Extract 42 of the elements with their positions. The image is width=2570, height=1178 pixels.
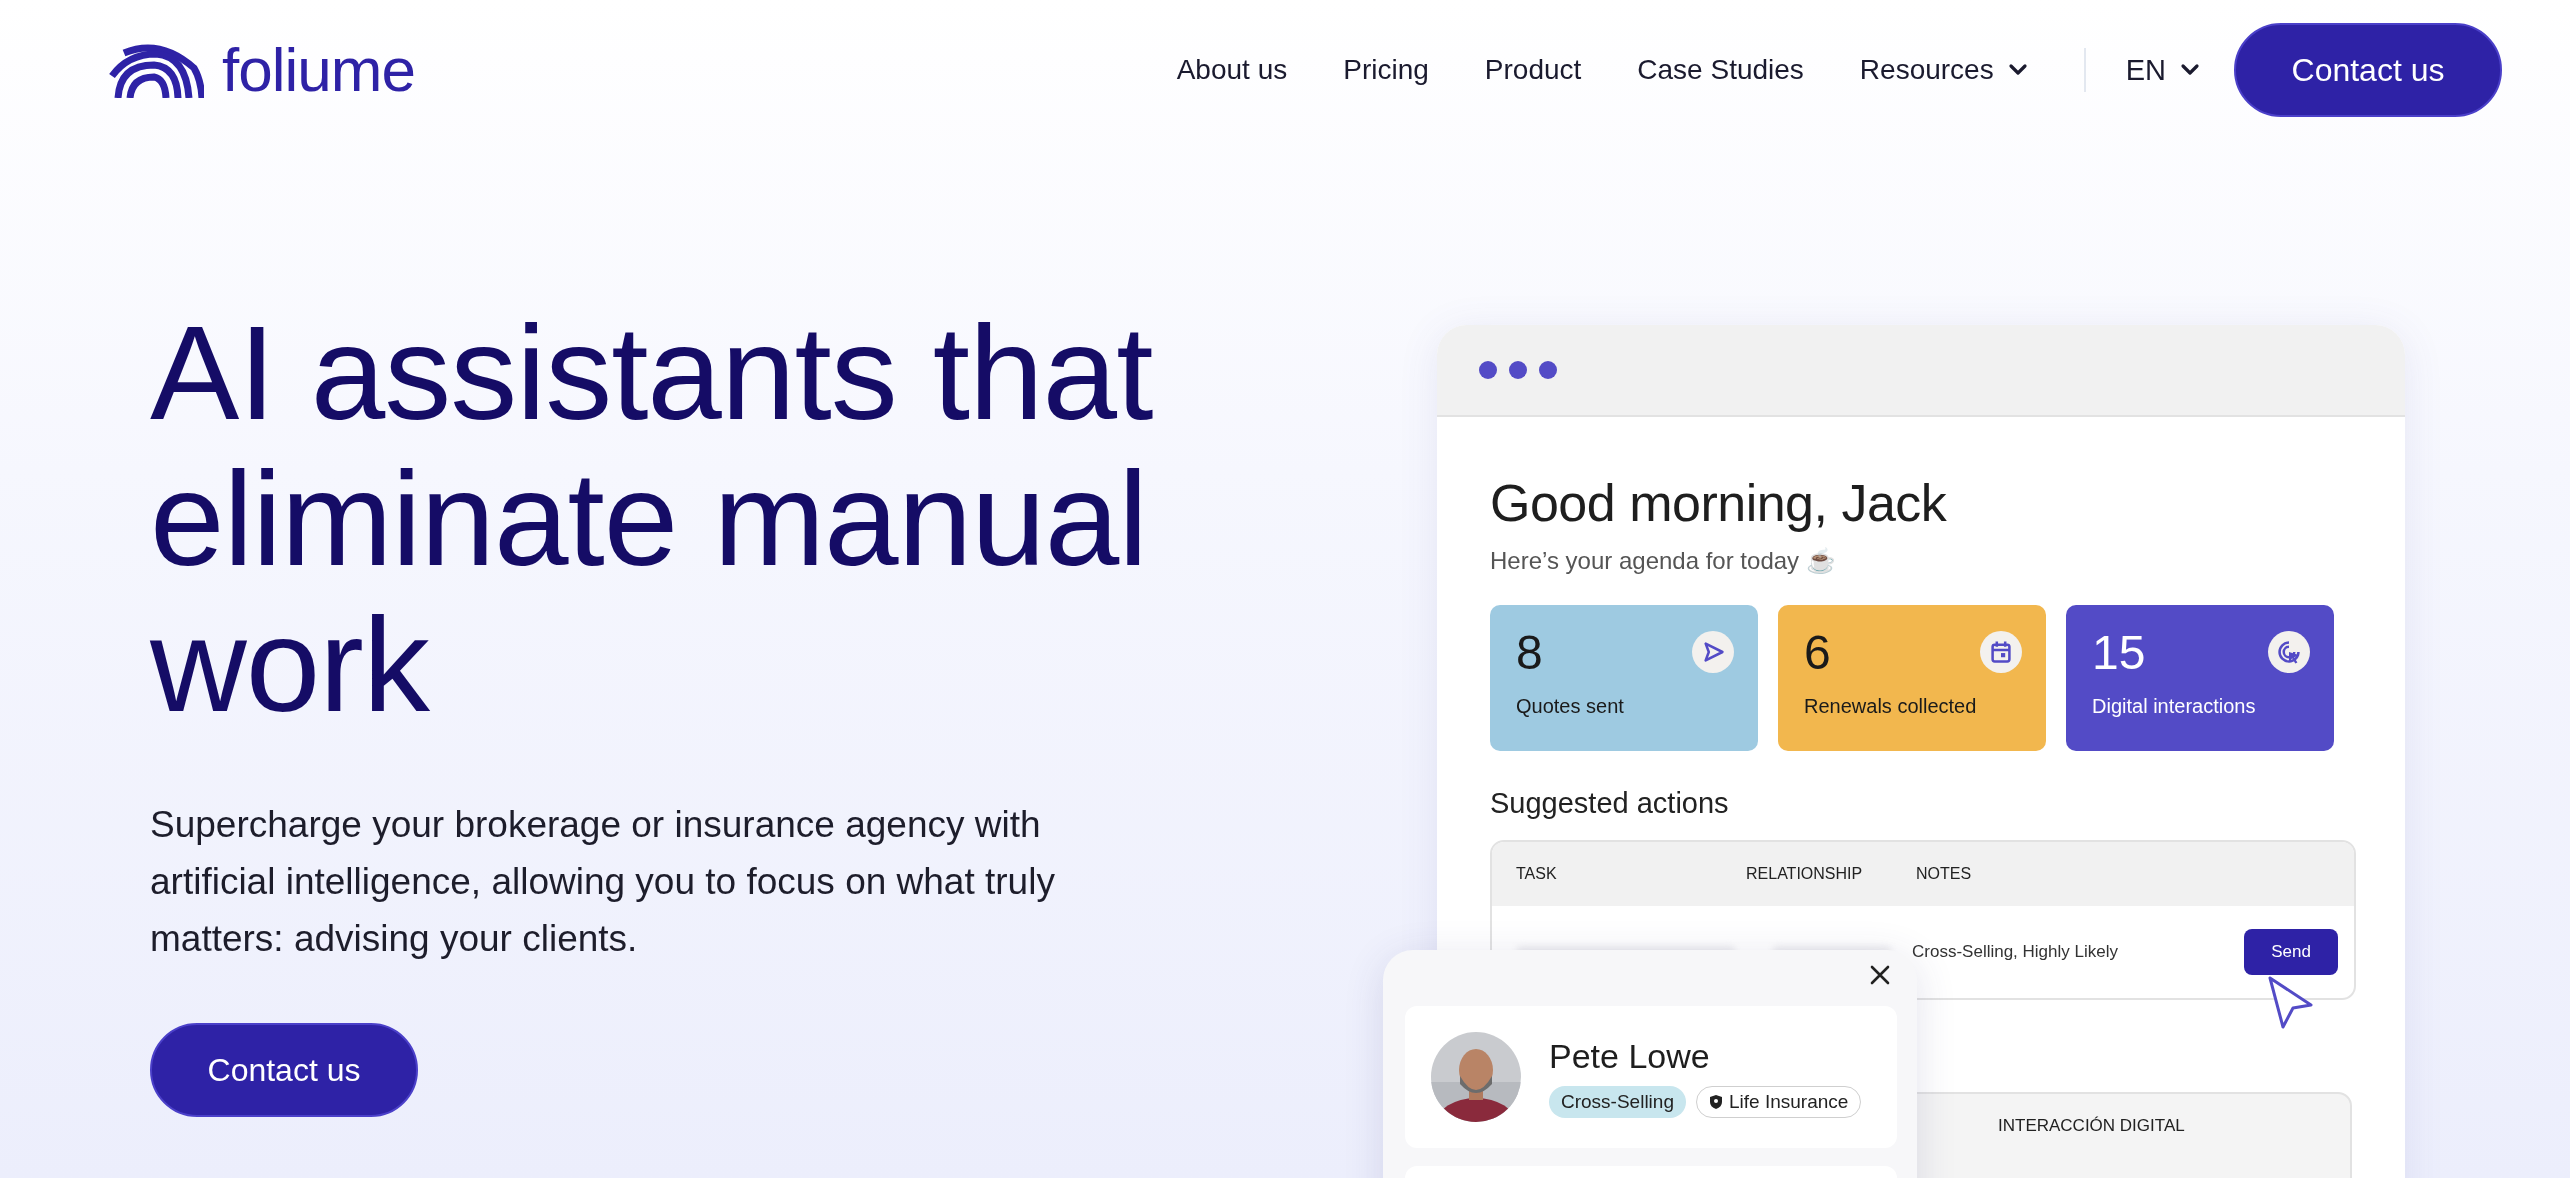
stat-label: Digital interactions (2092, 695, 2257, 718)
logo-icon (108, 42, 204, 98)
window-dot (1539, 361, 1557, 379)
nav-link[interactable]: Product (1484, 54, 1582, 86)
table-cell: Cross-Selling, Highly Likely (1912, 942, 2118, 962)
cursor-icon (2267, 975, 2315, 1031)
stat-value: 6 (1804, 627, 1831, 679)
hero-description: Supercharge your brokerage or insurance agency with artificial intelligence, allowing you to focus on what truly matters: advising your clients. (150, 803, 1056, 961)
chevron-down-icon (2180, 63, 2200, 77)
nav-link[interactable]: Pricing (1343, 54, 1429, 86)
column-header: RELATIONSHIP (1746, 865, 1864, 883)
headline: AI assistants that (150, 300, 1153, 446)
stat-icon (1980, 631, 2022, 673)
column-header: INTERACCIÓN DIGITAL (1998, 1116, 2185, 1137)
column-header: NOTES (1916, 865, 1972, 883)
language-selector[interactable]: EN (2125, 53, 2200, 87)
stat-label: Quotes sent (1516, 695, 1625, 718)
contact-button[interactable]: Contact us (2234, 23, 2502, 117)
nav-link[interactable]: Resources (1859, 54, 2028, 86)
stat-icon (1692, 631, 1734, 673)
stat-value: 15 (2092, 627, 2146, 679)
tag: Life Insurance (1696, 1085, 1862, 1118)
section-title: Suggested actions (1490, 787, 1730, 820)
headline: eliminate manual (150, 446, 1147, 592)
stat-icon (2268, 631, 2310, 673)
logo-wordmark[interactable]: foliume (222, 39, 415, 101)
window-dot (1509, 361, 1527, 379)
nav-link[interactable]: Case Studies (1637, 54, 1804, 86)
close-icon[interactable] (1869, 964, 1891, 986)
nav-link[interactable]: About us (1176, 54, 1288, 86)
stat-value: 8 (1516, 627, 1543, 679)
column-header: TASK (1516, 865, 1558, 883)
stat-label: Renewals collected (1804, 695, 1978, 718)
contact-button[interactable]: Contact us (150, 1023, 418, 1117)
tag: Cross-Selling (1549, 1085, 1686, 1118)
headline: work (150, 592, 429, 738)
window-dot (1479, 361, 1497, 379)
agenda-subtitle: Here’s your agenda for today ☕ (1490, 547, 1837, 575)
contact-name: Pete Lowe (1549, 1036, 1711, 1076)
send-button[interactable]: Send (2244, 929, 2338, 975)
shield-icon (1709, 1093, 1723, 1110)
greeting: Good morning, Jack (1490, 473, 1948, 533)
